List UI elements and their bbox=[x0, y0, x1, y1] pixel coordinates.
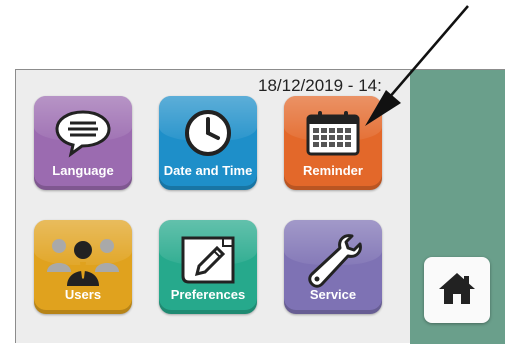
annotation-arrow bbox=[365, 5, 469, 126]
